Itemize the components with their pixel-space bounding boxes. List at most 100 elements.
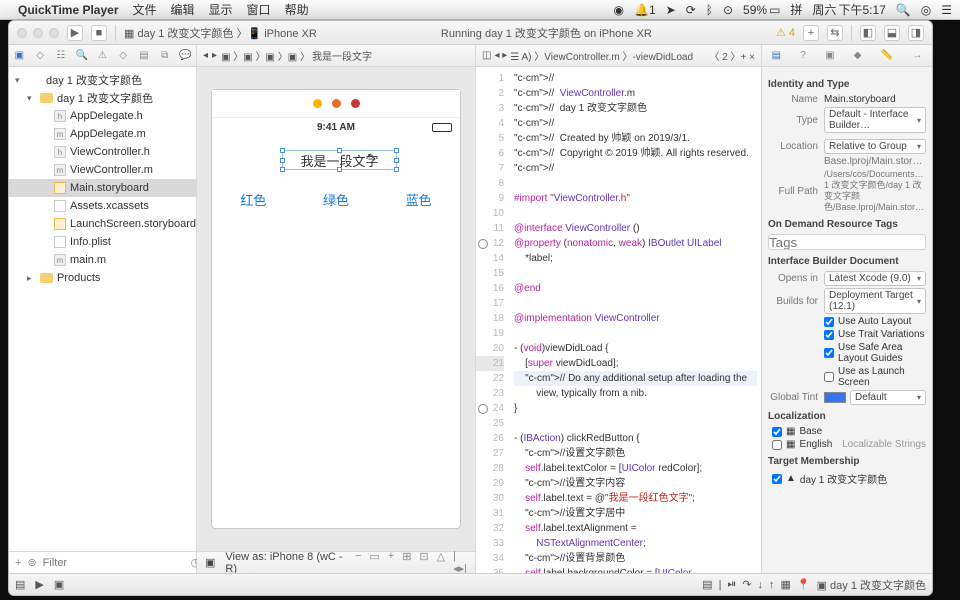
chk-autolayout[interactable]: Use Auto Layout [824, 316, 926, 327]
report-nav-icon[interactable]: 💬 [179, 49, 193, 63]
test-nav-icon[interactable]: ◇ [116, 49, 130, 63]
size-inspector-icon[interactable]: 📏 [881, 50, 893, 61]
inspector-tabs[interactable]: ▤ ? ▣ ◆ 📏 → [762, 45, 932, 67]
panel-bottom[interactable]: ⬓ [884, 25, 900, 41]
tags-input[interactable] [768, 234, 926, 250]
wifi-icon[interactable]: ⊙ [723, 3, 733, 17]
location-icon[interactable]: ➤ [666, 3, 676, 17]
step-in-icon[interactable]: ↓ [757, 579, 763, 591]
loc-english[interactable]: ▦ EnglishLocalizable Strings [772, 439, 926, 450]
layout-icon[interactable]: ◫ [482, 50, 491, 61]
project-tree[interactable]: ▾day 1 改变文字颜色▾day 1 改变文字颜色hAppDelegate.h… [9, 67, 196, 551]
resolve-icon[interactable]: △ [437, 550, 445, 573]
project-nav-icon[interactable]: ▣ [12, 49, 26, 63]
btn-blue[interactable]: 蓝色 [406, 190, 432, 209]
notification-icon[interactable]: 🔔1 [634, 3, 656, 17]
view-debug-icon[interactable]: ▦ [780, 578, 790, 591]
tree-row[interactable]: mViewController.m [9, 161, 196, 179]
stop-button[interactable]: ■ [91, 25, 107, 41]
input-method[interactable]: 拼 [790, 1, 802, 18]
stop-icon[interactable]: ◉ [614, 3, 624, 17]
tree-row[interactable]: mAppDelegate.m [9, 125, 196, 143]
tree-row[interactable]: hAppDelegate.h [9, 107, 196, 125]
source-nav-icon[interactable]: ◇ [33, 49, 47, 63]
type-select[interactable]: Default - Interface Builder… [824, 107, 926, 133]
ib-canvas[interactable]: 9:41 AM 我是一段文字 ↖ 红色 绿色 蓝色 [197, 67, 475, 551]
attr-inspector-icon[interactable]: ◆ [854, 50, 862, 61]
embed-icon[interactable]: |◂▸| [453, 550, 467, 573]
symbol-nav-icon[interactable]: ☷ [54, 49, 68, 63]
tree-row[interactable]: hViewController.h [9, 143, 196, 161]
location-select[interactable]: Relative to Group [824, 139, 926, 154]
filter-input[interactable] [43, 557, 185, 569]
debug-toggle-icon[interactable]: ▤ [702, 578, 712, 591]
continue-icon[interactable]: ▣ [54, 578, 64, 591]
find-nav-icon[interactable]: 🔍 [75, 49, 89, 63]
menu-icon[interactable]: ☰ [941, 3, 952, 17]
back-icon[interactable]: ◂ [203, 50, 208, 61]
file-inspector-icon[interactable]: ▤ [772, 50, 781, 61]
panel-right[interactable]: ◨ [908, 25, 924, 41]
tree-row[interactable]: LaunchScreen.storyboard [9, 215, 196, 233]
library-button[interactable]: + [803, 25, 819, 41]
loc-icon[interactable]: 📍 [797, 578, 811, 591]
battery-status[interactable]: 59% ▭ [743, 3, 780, 17]
target-chk[interactable]: ▲ day 1 改变文字颜色 [772, 471, 926, 486]
tree-row[interactable]: ▾day 1 改变文字颜色 [9, 71, 196, 89]
menu-view[interactable]: 显示 [209, 1, 233, 18]
identity-inspector-icon[interactable]: ▣ [825, 50, 834, 61]
issue-nav-icon[interactable]: ⚠ [95, 49, 109, 63]
search-icon[interactable]: 🔍 [896, 3, 911, 17]
filter-icon[interactable]: ⊚ [27, 556, 36, 569]
zoom-fit-icon[interactable]: ▭ [369, 550, 379, 573]
chk-traits[interactable]: Use Trait Variations [824, 329, 926, 340]
tree-row[interactable]: ▸Products [9, 269, 196, 287]
navigator-tabs[interactable]: ▣ ◇ ☷ 🔍 ⚠ ◇ ▤ ⧉ 💬 [9, 45, 196, 67]
bluetooth-icon[interactable]: ᛒ [706, 3, 713, 17]
align-icon[interactable]: ⊞ [402, 550, 411, 573]
btn-green[interactable]: 绿色 [323, 190, 349, 209]
tree-row[interactable]: Main.storyboard [9, 179, 196, 197]
clock[interactable]: 周六下午5:17 [812, 1, 885, 18]
zoom-in-icon[interactable]: + [388, 550, 394, 573]
app-menu[interactable]: QuickTime Player [18, 3, 119, 17]
source-code[interactable]: 1234567891011121415161718192021222324252… [476, 67, 761, 573]
name-field[interactable]: Main.storyboard [824, 94, 926, 105]
conn-inspector-icon[interactable]: → [912, 50, 922, 61]
jump-bar[interactable]: ◂ ▸ ▣ 〉▣ 〉▣ 〉▣ 〉我是一段文字 [197, 45, 475, 67]
siri-icon[interactable]: ◎ [921, 3, 931, 17]
view-as[interactable]: View as: iPhone 8 (wC -R) [225, 551, 345, 574]
outline-icon[interactable]: ▣ [205, 556, 215, 569]
scheme-selector[interactable]: ▦ day 1 改变文字颜色 〉📱 iPhone XR [124, 25, 317, 41]
tree-row[interactable]: Assets.xcassets [9, 197, 196, 215]
tint-select[interactable]: Default [850, 390, 926, 405]
tree-row[interactable]: ▾day 1 改变文字颜色 [9, 89, 196, 107]
menu-window[interactable]: 窗口 [247, 1, 271, 18]
chk-safearea[interactable]: Use Safe Area Layout Guides [824, 342, 926, 364]
opens-select[interactable]: Latest Xcode (9.0) [824, 271, 926, 286]
editor-toggle[interactable]: ⇆ [827, 25, 843, 41]
add-icon[interactable]: + [15, 557, 21, 569]
btn-red[interactable]: 红色 [240, 190, 266, 209]
issue-count[interactable]: ⚠ 4 [776, 26, 795, 39]
builds-select[interactable]: Deployment Target (12.1) [824, 288, 926, 314]
step-out-icon[interactable]: ↑ [769, 579, 775, 591]
zoom-out-icon[interactable]: − [355, 550, 361, 573]
menu-help[interactable]: 帮助 [285, 1, 309, 18]
chk-launch[interactable]: Use as Launch Screen [824, 366, 926, 388]
loc-base[interactable]: ▦ Base [772, 426, 926, 437]
break-nav-icon[interactable]: ⧉ [158, 49, 172, 63]
assistant-jump-bar[interactable]: ◫ ◂ ▸ ☰ A) 〉ViewController.m 〉-viewDidLo… [476, 45, 761, 67]
run-button[interactable]: ▶ [67, 25, 83, 41]
tint-swatch[interactable] [824, 392, 846, 403]
sync-icon[interactable]: ⟳ [686, 3, 696, 17]
pause-icon[interactable]: ⏯ [727, 578, 736, 591]
menu-edit[interactable]: 编辑 [171, 1, 195, 18]
debug-nav-icon[interactable]: ▤ [137, 49, 151, 63]
traffic-lights[interactable] [17, 28, 59, 38]
label-selected[interactable]: 我是一段文字 [282, 150, 397, 170]
panel-left[interactable]: ◧ [860, 25, 876, 41]
fwd-icon[interactable]: ▸ [212, 50, 217, 61]
help-inspector-icon[interactable]: ? [800, 50, 806, 61]
tree-row[interactable]: Info.plist [9, 233, 196, 251]
